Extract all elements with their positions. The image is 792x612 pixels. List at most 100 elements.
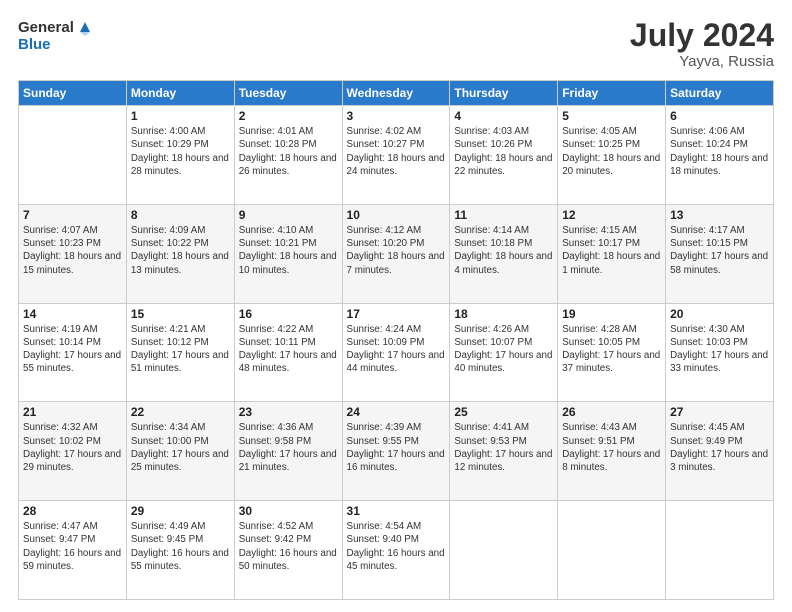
calendar-cell: 17 Sunrise: 4:24 AMSunset: 10:09 PMDayli… xyxy=(342,303,450,402)
cell-date: 28 xyxy=(23,504,122,518)
calendar-cell xyxy=(558,501,666,600)
cell-info: Sunrise: 4:24 AMSunset: 10:09 PMDaylight… xyxy=(347,323,446,376)
day-header-tuesday: Tuesday xyxy=(234,81,342,106)
cell-info: Sunrise: 4:54 AMSunset: 9:40 PMDaylight:… xyxy=(347,520,446,573)
cell-info: Sunrise: 4:05 AMSunset: 10:25 PMDaylight… xyxy=(562,125,661,178)
cell-info: Sunrise: 4:15 AMSunset: 10:17 PMDaylight… xyxy=(562,224,661,277)
calendar-cell: 11 Sunrise: 4:14 AMSunset: 10:18 PMDayli… xyxy=(450,204,558,303)
calendar-cell: 7 Sunrise: 4:07 AMSunset: 10:23 PMDaylig… xyxy=(19,204,127,303)
cell-info: Sunrise: 4:52 AMSunset: 9:42 PMDaylight:… xyxy=(239,520,338,573)
cell-date: 20 xyxy=(670,307,769,321)
cell-date: 1 xyxy=(131,109,230,123)
cell-date: 12 xyxy=(562,208,661,222)
cell-date: 8 xyxy=(131,208,230,222)
calendar-cell: 31 Sunrise: 4:54 AMSunset: 9:40 PMDaylig… xyxy=(342,501,450,600)
calendar-cell: 2 Sunrise: 4:01 AMSunset: 10:28 PMDaylig… xyxy=(234,106,342,205)
month-title: July 2024 xyxy=(630,18,774,53)
calendar-cell: 14 Sunrise: 4:19 AMSunset: 10:14 PMDayli… xyxy=(19,303,127,402)
cell-date: 15 xyxy=(131,307,230,321)
calendar-cell: 3 Sunrise: 4:02 AMSunset: 10:27 PMDaylig… xyxy=(342,106,450,205)
calendar-cell: 10 Sunrise: 4:12 AMSunset: 10:20 PMDayli… xyxy=(342,204,450,303)
cell-info: Sunrise: 4:06 AMSunset: 10:24 PMDaylight… xyxy=(670,125,769,178)
calendar-table: SundayMondayTuesdayWednesdayThursdayFrid… xyxy=(18,80,774,600)
cell-date: 26 xyxy=(562,405,661,419)
cell-info: Sunrise: 4:36 AMSunset: 9:58 PMDaylight:… xyxy=(239,421,338,474)
cell-info: Sunrise: 4:41 AMSunset: 9:53 PMDaylight:… xyxy=(454,421,553,474)
week-row-4: 21 Sunrise: 4:32 AMSunset: 10:02 PMDayli… xyxy=(19,402,774,501)
cell-date: 17 xyxy=(347,307,446,321)
cell-info: Sunrise: 4:21 AMSunset: 10:12 PMDaylight… xyxy=(131,323,230,376)
calendar-cell: 6 Sunrise: 4:06 AMSunset: 10:24 PMDaylig… xyxy=(666,106,774,205)
cell-date: 9 xyxy=(239,208,338,222)
calendar-cell: 19 Sunrise: 4:28 AMSunset: 10:05 PMDayli… xyxy=(558,303,666,402)
calendar-cell xyxy=(450,501,558,600)
cell-info: Sunrise: 4:17 AMSunset: 10:15 PMDaylight… xyxy=(670,224,769,277)
cell-info: Sunrise: 4:14 AMSunset: 10:18 PMDaylight… xyxy=(454,224,553,277)
cell-date: 11 xyxy=(454,208,553,222)
cell-info: Sunrise: 4:22 AMSunset: 10:11 PMDaylight… xyxy=(239,323,338,376)
cell-date: 19 xyxy=(562,307,661,321)
cell-date: 16 xyxy=(239,307,338,321)
calendar-cell: 20 Sunrise: 4:30 AMSunset: 10:03 PMDayli… xyxy=(666,303,774,402)
logo-general-text: General xyxy=(18,19,74,36)
calendar-cell xyxy=(666,501,774,600)
cell-date: 29 xyxy=(131,504,230,518)
cell-info: Sunrise: 4:43 AMSunset: 9:51 PMDaylight:… xyxy=(562,421,661,474)
header: General Blue July 2024 Yayva, Russia xyxy=(18,18,774,70)
cell-info: Sunrise: 4:34 AMSunset: 10:00 PMDaylight… xyxy=(131,421,230,474)
cell-date: 2 xyxy=(239,109,338,123)
cell-date: 7 xyxy=(23,208,122,222)
calendar-cell: 22 Sunrise: 4:34 AMSunset: 10:00 PMDayli… xyxy=(126,402,234,501)
week-row-2: 7 Sunrise: 4:07 AMSunset: 10:23 PMDaylig… xyxy=(19,204,774,303)
cell-date: 25 xyxy=(454,405,553,419)
cell-info: Sunrise: 4:19 AMSunset: 10:14 PMDaylight… xyxy=(23,323,122,376)
logo-arrow-icon xyxy=(76,18,94,36)
week-row-3: 14 Sunrise: 4:19 AMSunset: 10:14 PMDayli… xyxy=(19,303,774,402)
cell-date: 30 xyxy=(239,504,338,518)
cell-info: Sunrise: 4:47 AMSunset: 9:47 PMDaylight:… xyxy=(23,520,122,573)
calendar-cell xyxy=(19,106,127,205)
calendar-cell: 27 Sunrise: 4:45 AMSunset: 9:49 PMDaylig… xyxy=(666,402,774,501)
cell-info: Sunrise: 4:28 AMSunset: 10:05 PMDaylight… xyxy=(562,323,661,376)
cell-date: 18 xyxy=(454,307,553,321)
cell-info: Sunrise: 4:39 AMSunset: 9:55 PMDaylight:… xyxy=(347,421,446,474)
cell-info: Sunrise: 4:12 AMSunset: 10:20 PMDaylight… xyxy=(347,224,446,277)
cell-info: Sunrise: 4:10 AMSunset: 10:21 PMDaylight… xyxy=(239,224,338,277)
calendar-cell: 16 Sunrise: 4:22 AMSunset: 10:11 PMDayli… xyxy=(234,303,342,402)
page: General Blue July 2024 Yayva, Russia Sun… xyxy=(0,0,792,612)
calendar-cell: 28 Sunrise: 4:47 AMSunset: 9:47 PMDaylig… xyxy=(19,501,127,600)
day-header-friday: Friday xyxy=(558,81,666,106)
cell-info: Sunrise: 4:02 AMSunset: 10:27 PMDaylight… xyxy=(347,125,446,178)
cell-info: Sunrise: 4:30 AMSunset: 10:03 PMDaylight… xyxy=(670,323,769,376)
logo: General Blue xyxy=(18,18,94,53)
cell-date: 4 xyxy=(454,109,553,123)
calendar-header-row: SundayMondayTuesdayWednesdayThursdayFrid… xyxy=(19,81,774,106)
calendar-cell: 15 Sunrise: 4:21 AMSunset: 10:12 PMDayli… xyxy=(126,303,234,402)
calendar-cell: 9 Sunrise: 4:10 AMSunset: 10:21 PMDaylig… xyxy=(234,204,342,303)
cell-date: 24 xyxy=(347,405,446,419)
day-header-saturday: Saturday xyxy=(666,81,774,106)
day-header-thursday: Thursday xyxy=(450,81,558,106)
title-block: July 2024 Yayva, Russia xyxy=(630,18,774,70)
calendar-cell: 4 Sunrise: 4:03 AMSunset: 10:26 PMDaylig… xyxy=(450,106,558,205)
calendar-cell: 13 Sunrise: 4:17 AMSunset: 10:15 PMDayli… xyxy=(666,204,774,303)
calendar-cell: 12 Sunrise: 4:15 AMSunset: 10:17 PMDayli… xyxy=(558,204,666,303)
cell-date: 27 xyxy=(670,405,769,419)
calendar-cell: 1 Sunrise: 4:00 AMSunset: 10:29 PMDaylig… xyxy=(126,106,234,205)
calendar-cell: 5 Sunrise: 4:05 AMSunset: 10:25 PMDaylig… xyxy=(558,106,666,205)
calendar-cell: 24 Sunrise: 4:39 AMSunset: 9:55 PMDaylig… xyxy=(342,402,450,501)
cell-info: Sunrise: 4:07 AMSunset: 10:23 PMDaylight… xyxy=(23,224,122,277)
cell-info: Sunrise: 4:49 AMSunset: 9:45 PMDaylight:… xyxy=(131,520,230,573)
cell-date: 14 xyxy=(23,307,122,321)
cell-info: Sunrise: 4:00 AMSunset: 10:29 PMDaylight… xyxy=(131,125,230,178)
logo-blue-text: Blue xyxy=(18,36,51,53)
cell-info: Sunrise: 4:01 AMSunset: 10:28 PMDaylight… xyxy=(239,125,338,178)
calendar-cell: 29 Sunrise: 4:49 AMSunset: 9:45 PMDaylig… xyxy=(126,501,234,600)
week-row-5: 28 Sunrise: 4:47 AMSunset: 9:47 PMDaylig… xyxy=(19,501,774,600)
cell-date: 6 xyxy=(670,109,769,123)
cell-date: 10 xyxy=(347,208,446,222)
cell-date: 31 xyxy=(347,504,446,518)
calendar-cell: 25 Sunrise: 4:41 AMSunset: 9:53 PMDaylig… xyxy=(450,402,558,501)
cell-info: Sunrise: 4:32 AMSunset: 10:02 PMDaylight… xyxy=(23,421,122,474)
cell-date: 23 xyxy=(239,405,338,419)
